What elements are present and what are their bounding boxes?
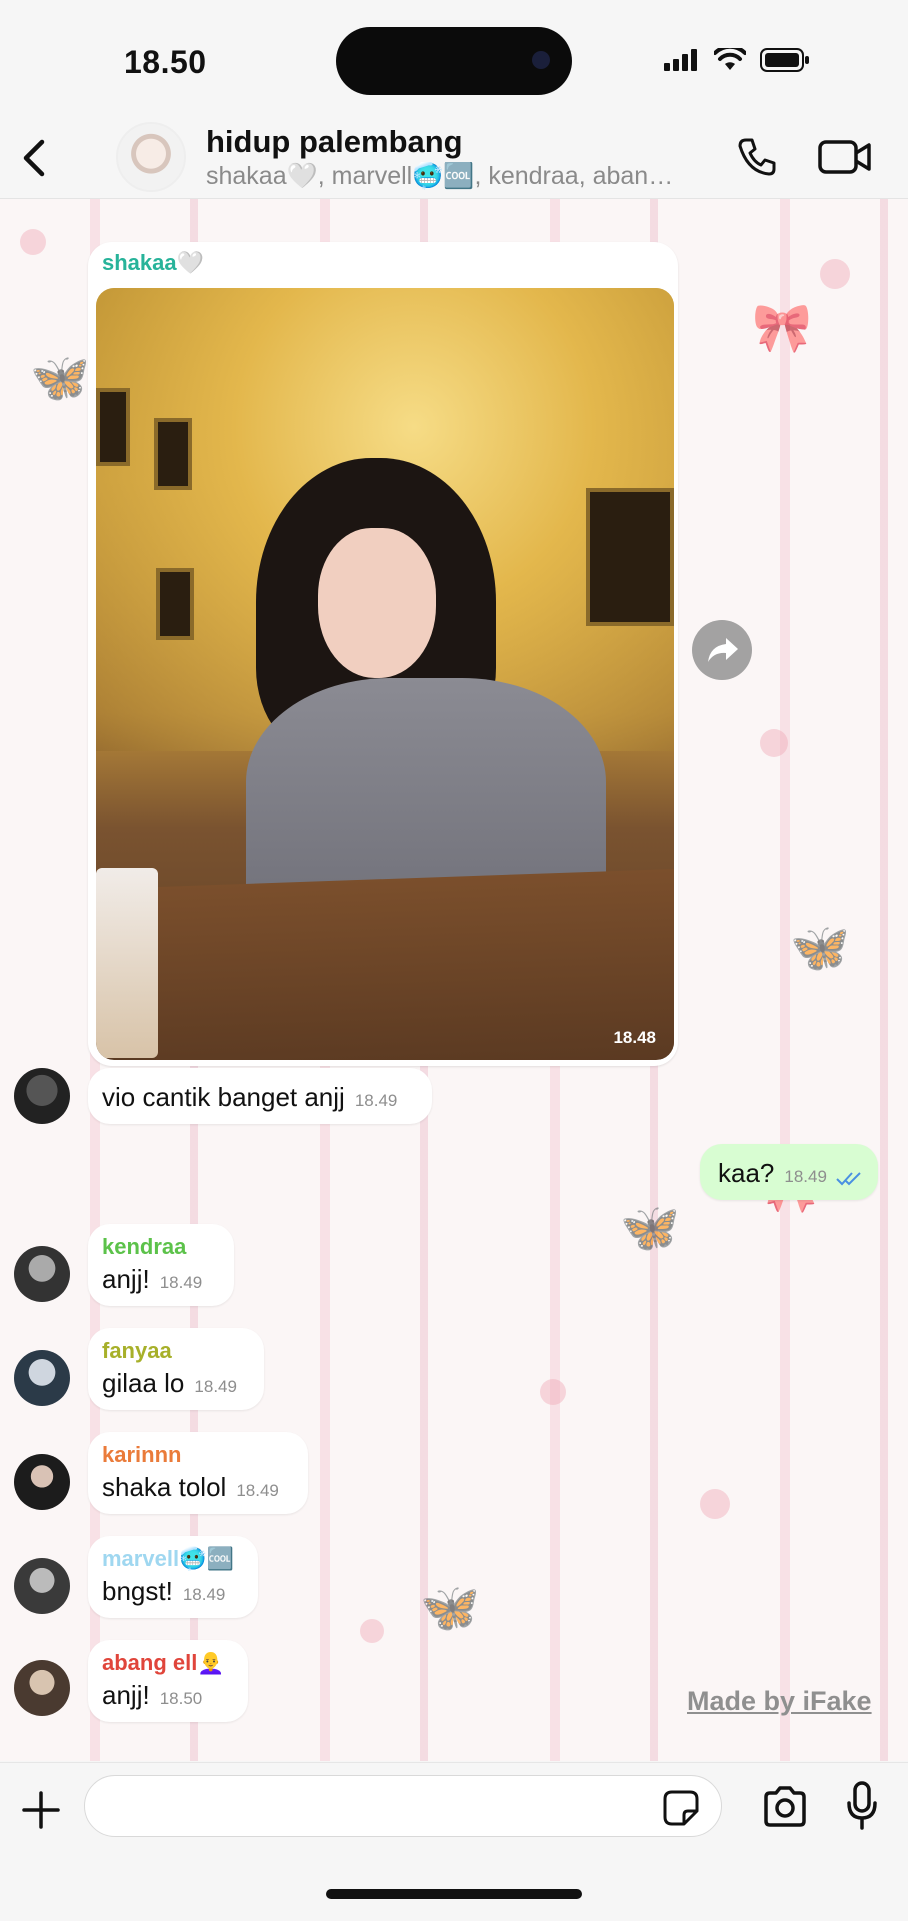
avatar[interactable] [14,1246,70,1302]
message-time: 18.49 [182,1585,226,1604]
message-text: gilaa lo [102,1368,185,1398]
message-bubble[interactable]: karinnn shaka tolol 18.49 [88,1432,308,1514]
watermark: Made by iFake [687,1686,872,1716]
message-bubble[interactable]: fanyaa gilaa lo 18.49 [88,1328,264,1410]
message-bubble[interactable]: marvell🥶🆒 bngst! 18.49 [88,1536,258,1618]
photo-frame [156,568,194,640]
message-content: kaa? 18.49 [718,1158,863,1189]
status-bar: 18.50 [0,0,908,120]
sender-name: shakaa🤍 [102,250,205,275]
avatar[interactable] [14,1350,70,1406]
avatar[interactable] [14,1660,70,1716]
message-content: bngst! 18.49 [102,1576,225,1607]
chat-header: hidup palembang shakaa🤍, marvell🥶🆒, kend… [0,120,908,199]
rose-decoration [700,1489,730,1519]
message-content: vio cantik banget anjj 18.49 [102,1082,397,1113]
rose-decoration [360,1619,384,1643]
chevron-left-icon[interactable] [16,136,56,180]
status-time: 18.50 [124,44,207,80]
message-time: 18.49 [236,1481,279,1500]
battery-icon [760,48,809,72]
forward-icon[interactable] [692,620,752,680]
sender-name: kendraa [102,1234,187,1259]
photo-cup [96,868,158,1058]
sender-name: fanyaa [102,1338,172,1363]
signal-icon [664,49,697,71]
message-time: 18.50 [159,1689,203,1708]
group-title[interactable]: hidup palembang [206,124,463,160]
message-time: 18.49 [784,1167,827,1186]
phone-icon[interactable] [734,134,780,180]
dynamic-island [336,27,572,95]
butterfly-decoration: 🦋 [790,922,850,975]
wifi-icon [714,48,746,70]
rose-decoration [760,729,788,757]
butterfly-decoration: 🦋 [420,1582,480,1635]
message-input[interactable] [84,1775,722,1837]
plus-icon[interactable] [18,1787,64,1833]
system-icons [664,48,810,72]
message-bubble[interactable]: abang ell👩‍🦲 anjj! 18.50 [88,1640,248,1722]
home-indicator[interactable] [326,1889,582,1899]
video-camera-icon[interactable] [818,136,872,178]
message-time: 18.49 [194,1377,237,1396]
avatar[interactable] [14,1558,70,1614]
message-time: 18.49 [354,1091,398,1110]
sender-name: abang ell👩‍🦲 [102,1650,225,1675]
message-content: anjj! 18.49 [102,1264,202,1295]
photo-frame [154,418,192,490]
butterfly-decoration: 🦋 [620,1202,680,1255]
message-text: bngst! [102,1576,173,1606]
message-bubble[interactable]: kendraa anjj! 18.49 [88,1224,234,1306]
photo-table [156,868,674,1060]
message-text: shaka tolol [102,1472,227,1502]
sender-name: marvell🥶🆒 [102,1546,234,1571]
butterfly-decoration: 🦋 [30,352,90,405]
photo-face [318,528,436,678]
image-message-bubble[interactable]: shakaa🤍 18.48 [88,242,678,1066]
front-camera-icon [532,51,550,69]
message-content: anjj! 18.50 [102,1680,202,1711]
avatar[interactable] [14,1454,70,1510]
outgoing-message-bubble[interactable]: kaa? 18.49 [700,1144,878,1200]
message-text: anjj! [102,1680,150,1710]
camera-icon[interactable] [762,1785,808,1829]
message-content: gilaa lo 18.49 [102,1368,237,1399]
message-text: vio cantik banget anjj [102,1082,345,1112]
photo-frame [586,488,674,626]
message-content: shaka tolol 18.49 [102,1472,279,1503]
microphone-icon[interactable] [846,1781,878,1831]
photo-timestamp: 18.48 [613,1028,656,1047]
shared-photo[interactable]: 18.48 [96,288,674,1060]
group-members[interactable]: shakaa🤍, marvell🥶🆒, kendraa, aban… [206,162,706,191]
rose-decoration [820,259,850,289]
double-check-icon [836,1172,862,1186]
message-time: 18.49 [159,1273,203,1292]
sticker-icon[interactable] [662,1789,700,1827]
photo-frame [96,388,130,466]
group-avatar[interactable] [116,122,186,192]
message-bubble[interactable]: vio cantik banget anjj 18.49 [88,1068,432,1124]
rose-decoration [20,229,46,255]
bow-decoration: 🎀 [752,302,812,355]
message-text: anjj! [102,1264,150,1294]
sender-name: karinnn [102,1442,182,1467]
avatar[interactable] [14,1068,70,1124]
rose-decoration [540,1379,566,1405]
message-text: kaa? [718,1158,775,1188]
input-bar [0,1762,908,1921]
